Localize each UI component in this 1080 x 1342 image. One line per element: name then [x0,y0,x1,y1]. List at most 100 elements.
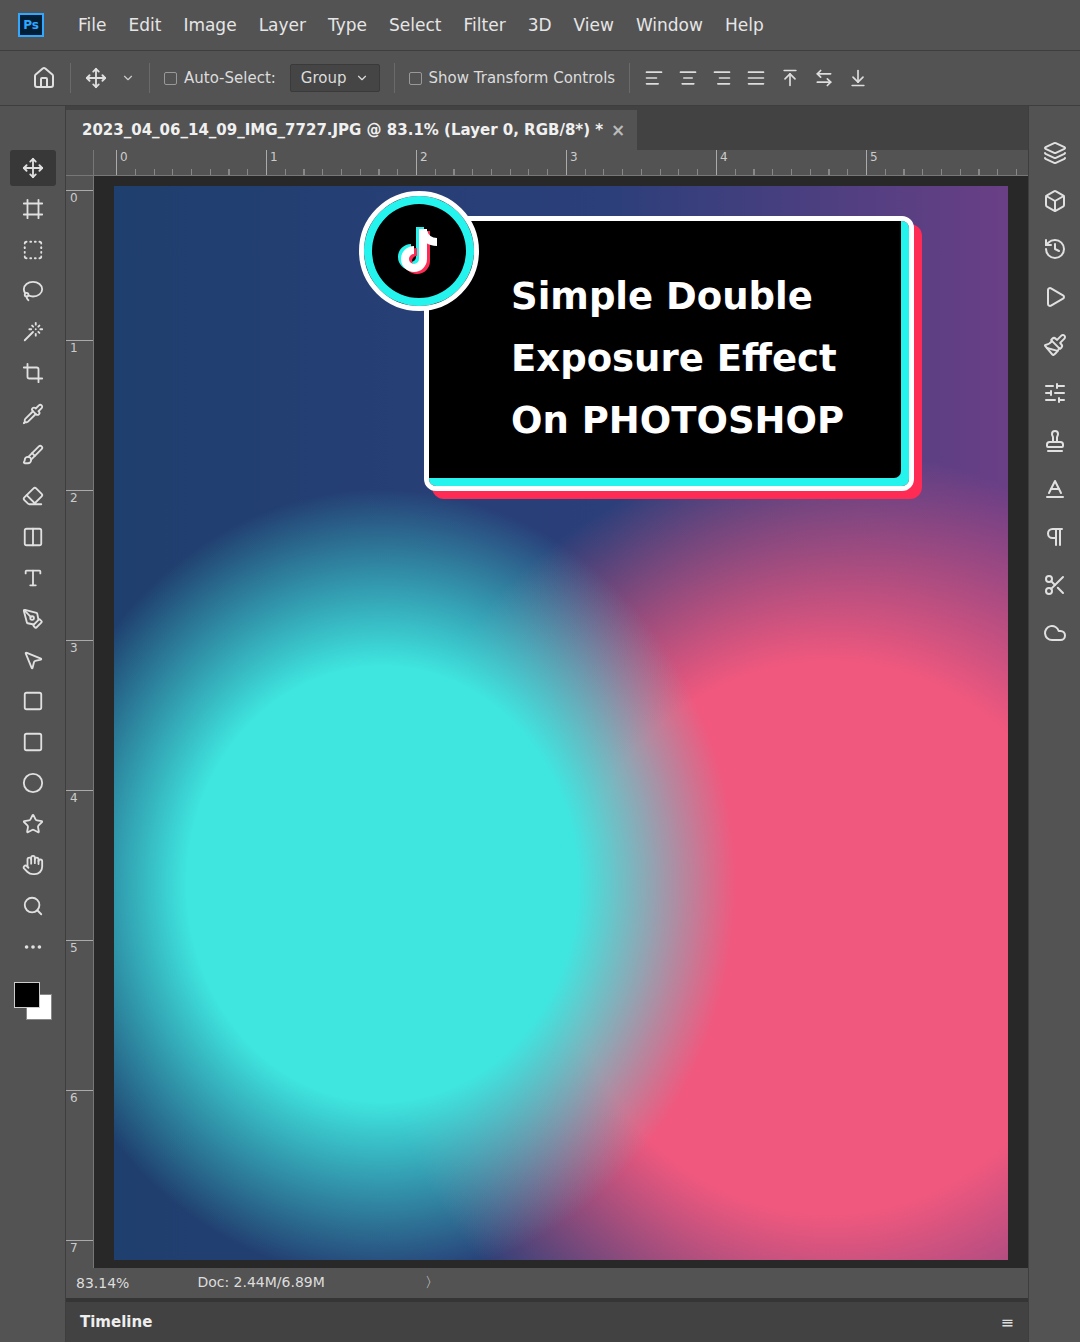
character-icon [1043,477,1067,501]
dock-button[interactable] [1035,520,1075,554]
ruler-tick: 4 [66,790,93,940]
tool-button[interactable] [10,683,56,719]
menu-item[interactable]: Window [636,15,703,35]
rectangle-icon [22,690,44,712]
canvas-area[interactable]: Simple DoubleExposure EffectOn PHOTOSHOP [94,176,1028,1268]
menu-item[interactable]: Help [725,15,764,35]
dock-button[interactable] [1035,232,1075,266]
document-tab[interactable]: 2023_04_06_14_09_IMG_7727.JPG @ 83.1% (L… [66,110,637,150]
tool-button[interactable] [10,396,56,432]
ruler-corner [66,150,94,176]
tool-button[interactable] [10,519,56,555]
tool-button[interactable] [10,888,56,924]
menu-item[interactable]: Select [389,15,441,35]
menu-bar: Ps File Edit Image Layer Type Select Filter 3D Vi… [0,0,1080,50]
adjustments-icon [1043,381,1067,405]
menu-item[interactable]: Edit [128,15,161,35]
tool-button[interactable] [10,478,56,514]
align-icon[interactable] [848,68,868,88]
menu-item[interactable]: File [78,15,106,35]
menu-item[interactable]: Image [183,15,236,35]
photoshop-logo[interactable]: Ps [18,13,44,37]
custom-shape-icon [22,813,44,835]
timeline-panel: Timeline ≡ [66,1298,1028,1342]
tools-icon [1043,573,1067,597]
tool-button[interactable] [10,765,56,801]
checkbox-box[interactable] [164,72,177,85]
chevron-down-icon[interactable] [121,71,135,85]
tool-button[interactable] [10,314,56,350]
tool-button[interactable] [10,150,56,186]
menu-item[interactable]: Layer [259,15,306,35]
tab-bar: 2023_04_06_14_09_IMG_7727.JPG @ 83.1% (L… [66,106,1028,150]
hand-icon [22,854,44,876]
ruler-tick: 1 [66,340,93,490]
tiktok-note-icon [387,219,451,283]
lasso-icon [22,280,44,302]
align-icon[interactable] [678,68,698,88]
tool-button[interactable] [10,929,56,965]
type-icon [22,567,44,589]
menu-item[interactable]: View [574,15,614,35]
tool-button[interactable] [10,232,56,268]
panel-menu[interactable]: ≡ [1001,1313,1014,1332]
dock-button[interactable] [1035,328,1075,362]
auto-select-checkbox[interactable]: Auto-Select: [164,69,276,87]
dock-button[interactable] [1035,568,1075,602]
status-arrow[interactable]: 〉 [425,1274,439,1290]
more-icon [22,936,44,958]
dock-button[interactable] [1035,472,1075,506]
photoshop-window: Ps File Edit Image Layer Type Select Filter 3D Vi… [0,0,1080,1342]
horizontal-ruler[interactable]: 012345 [94,150,1028,176]
caption-line: On PHOTOSHOP [511,390,889,452]
tool-button[interactable] [10,355,56,391]
close-button[interactable]: × [611,120,625,140]
timeline-tab[interactable]: Timeline [80,1313,152,1331]
tool-button[interactable] [10,847,56,883]
dock-button[interactable] [1035,616,1075,650]
tool-button[interactable] [10,560,56,596]
artboard-icon [22,198,44,220]
home-icon[interactable] [32,66,56,90]
tool-button[interactable] [10,437,56,473]
ruler-tick: 5 [66,940,93,1090]
dock-button[interactable] [1035,424,1075,458]
transform-controls-checkbox[interactable]: Show Transform Controls [409,69,616,87]
align-icon[interactable] [780,68,800,88]
move-icon [22,157,44,179]
color-swatches[interactable] [10,982,56,1026]
caption-line: Exposure Effect [511,328,889,390]
menu-item[interactable]: Filter [464,15,506,35]
actions-icon [1043,285,1067,309]
foreground-swatch[interactable] [14,982,40,1008]
vertical-ruler[interactable]: 01234567 [66,176,94,1268]
ruler-tick: 1 [266,150,416,175]
tool-button[interactable] [10,191,56,227]
tool-button[interactable] [10,273,56,309]
dock-button[interactable] [1035,376,1075,410]
align-icon[interactable] [644,68,664,88]
align-icon[interactable] [746,68,766,88]
eyedropper-icon [22,403,44,425]
group-dropdown[interactable]: Group [290,64,380,92]
dock-button[interactable] [1035,280,1075,314]
dock-button[interactable] [1035,184,1075,218]
zoom-level[interactable]: 83.14% [76,1275,129,1291]
tool-button[interactable] [10,642,56,678]
tool-button[interactable] [10,806,56,842]
dock-button[interactable] [1035,136,1075,170]
menu-item[interactable]: Type [328,15,367,35]
checkbox-box[interactable] [409,72,422,85]
document-photo[interactable]: Simple DoubleExposure EffectOn PHOTOSHOP [114,186,1008,1260]
tool-button[interactable] [10,601,56,637]
ruler-tick: 3 [566,150,716,175]
menu-item[interactable]: 3D [528,15,552,35]
marquee-icon [22,239,44,261]
move-icon[interactable] [85,67,107,89]
tool-button[interactable] [10,724,56,760]
align-icon[interactable] [712,68,732,88]
align-icon[interactable] [814,68,834,88]
path-select-icon [22,649,44,671]
separator [149,63,150,93]
ruler-tick: 0 [116,150,266,175]
